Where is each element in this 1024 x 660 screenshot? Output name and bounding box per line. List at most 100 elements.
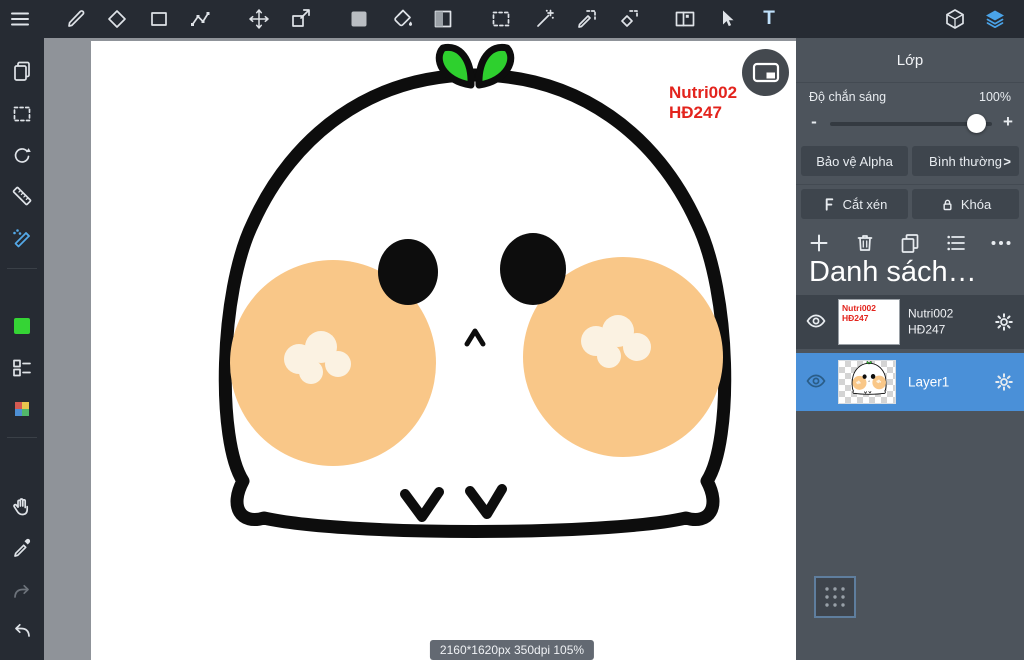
foreground-color-swatch[interactable] bbox=[9, 313, 35, 339]
duplicate-icon bbox=[901, 234, 919, 253]
cube-icon bbox=[946, 9, 964, 29]
panels-tool[interactable] bbox=[672, 6, 698, 32]
color-palette-tool[interactable] bbox=[9, 396, 35, 422]
opacity-plus-button[interactable]: + bbox=[1000, 112, 1016, 132]
select-pen-tool[interactable] bbox=[574, 6, 600, 32]
clipping-icon bbox=[825, 197, 833, 211]
duplicate-layer-button[interactable] bbox=[897, 230, 923, 256]
layer-list-view-button[interactable] bbox=[943, 230, 969, 256]
alpha-protect-button[interactable]: Bảo vệ Alpha bbox=[801, 146, 908, 176]
sidebar-divider bbox=[7, 268, 37, 269]
transform-tool[interactable] bbox=[288, 6, 314, 32]
opacity-slider-knob[interactable] bbox=[967, 114, 986, 133]
menu-button[interactable] bbox=[7, 6, 33, 32]
pages-tool[interactable] bbox=[9, 58, 35, 84]
gear-icon bbox=[995, 313, 1013, 331]
transform-icon bbox=[292, 9, 310, 27]
drawing-canvas[interactable]: Nutri002 HĐ247 bbox=[91, 41, 796, 660]
gradient-tool[interactable] bbox=[430, 6, 456, 32]
more-options-button[interactable] bbox=[988, 230, 1014, 256]
green-swatch-icon bbox=[14, 318, 30, 334]
eraser-icon bbox=[108, 10, 126, 28]
plus-icon bbox=[810, 234, 828, 252]
dot-grid-icon bbox=[825, 587, 845, 607]
watermark-text: Nutri002 HĐ247 bbox=[669, 83, 738, 122]
layer-drag-handle[interactable] bbox=[814, 576, 856, 618]
hand-tool[interactable] bbox=[9, 494, 35, 520]
add-layer-button[interactable] bbox=[806, 230, 832, 256]
opacity-slider: - + bbox=[796, 112, 1024, 136]
clipping-button[interactable]: Cắt xén bbox=[801, 189, 908, 219]
undo-button[interactable] bbox=[9, 618, 35, 644]
blend-mode-label: Bình thường bbox=[929, 153, 1002, 169]
opacity-minus-button[interactable]: - bbox=[806, 112, 822, 132]
cursor-icon bbox=[723, 10, 734, 27]
pages-icon bbox=[14, 61, 30, 81]
delete-layer-button[interactable] bbox=[852, 230, 878, 256]
color-swatch-tool[interactable] bbox=[346, 6, 372, 32]
hand-icon bbox=[13, 498, 29, 516]
select-tool[interactable] bbox=[9, 101, 35, 127]
blend-mode-button[interactable]: Bình thường > bbox=[912, 146, 1019, 176]
brush-icon bbox=[68, 10, 85, 27]
select-eraser-tool[interactable] bbox=[616, 6, 642, 32]
opacity-slider-track[interactable] bbox=[830, 114, 992, 133]
chevron-right-icon: > bbox=[1003, 153, 1011, 169]
layer-list-tool[interactable] bbox=[9, 355, 35, 381]
cursor-tool[interactable] bbox=[714, 6, 740, 32]
alpha-protect-label: Bảo vệ Alpha bbox=[816, 153, 893, 169]
move-tool[interactable] bbox=[246, 6, 272, 32]
ruler-tool[interactable] bbox=[9, 183, 35, 209]
trash-icon bbox=[857, 235, 872, 251]
airbrush-icon bbox=[13, 229, 30, 248]
airbrush-tool-active[interactable] bbox=[9, 225, 35, 251]
rotate-view-tool[interactable] bbox=[9, 142, 35, 168]
layer-settings-button[interactable] bbox=[992, 310, 1016, 334]
navigator-button[interactable] bbox=[742, 49, 789, 96]
lock-button[interactable]: Khóa bbox=[912, 189, 1019, 219]
paint-bucket-tool[interactable] bbox=[389, 6, 415, 32]
top-toolbar: T bbox=[0, 0, 1024, 38]
layer-row-selected[interactable]: Layer1 bbox=[796, 353, 1024, 411]
visibility-toggle[interactable] bbox=[804, 309, 830, 335]
gear-icon bbox=[995, 373, 1013, 391]
eyedropper-icon bbox=[14, 538, 31, 557]
layer-row-watermark[interactable]: Nutri002 HĐ247 Nutri002 HĐ247 bbox=[796, 295, 1024, 349]
select-pen-icon bbox=[578, 10, 596, 28]
list-icon bbox=[946, 235, 965, 251]
redo-button[interactable] bbox=[9, 579, 35, 605]
sidebar-divider bbox=[7, 437, 37, 438]
move-icon bbox=[249, 9, 269, 29]
layer-thumbnail: Nutri002 HĐ247 bbox=[838, 299, 900, 345]
canvas-area[interactable]: Nutri002 HĐ247 bbox=[44, 38, 796, 660]
layer-thumbnail bbox=[838, 360, 896, 404]
palette-icon bbox=[15, 402, 29, 416]
layer-settings-button[interactable] bbox=[992, 370, 1016, 394]
magic-wand-tool[interactable] bbox=[532, 6, 558, 32]
brush-tool[interactable] bbox=[63, 6, 89, 32]
text-tool[interactable]: T bbox=[756, 6, 782, 32]
visibility-toggle[interactable] bbox=[804, 369, 830, 395]
gradient-icon bbox=[434, 10, 452, 28]
ruler-icon bbox=[12, 186, 32, 206]
clipping-label: Cắt xén bbox=[842, 196, 888, 212]
eraser-tool[interactable] bbox=[104, 6, 130, 32]
navigator-icon bbox=[752, 62, 779, 82]
panels-icon bbox=[675, 11, 695, 27]
layer-name: Layer1 bbox=[908, 374, 950, 390]
eye-icon bbox=[806, 374, 826, 388]
shape-tool[interactable] bbox=[146, 6, 172, 32]
canvas-status: 2160*1620px 350dpi 105% bbox=[429, 640, 595, 660]
eyedropper-tool[interactable] bbox=[9, 536, 35, 562]
thumb-text-line2: HĐ247 bbox=[842, 313, 869, 324]
select-eraser-icon bbox=[621, 10, 638, 27]
3d-view-button[interactable] bbox=[942, 6, 968, 32]
thumbnail-artwork bbox=[839, 361, 895, 403]
color-swatch-icon bbox=[351, 11, 367, 27]
redo-icon bbox=[14, 584, 29, 598]
polyline-tool[interactable] bbox=[187, 6, 213, 32]
layers-panel-button[interactable] bbox=[982, 6, 1008, 32]
marquee-select-tool[interactable] bbox=[488, 6, 514, 32]
marquee-icon bbox=[492, 11, 510, 27]
layers-icon bbox=[986, 10, 1004, 29]
